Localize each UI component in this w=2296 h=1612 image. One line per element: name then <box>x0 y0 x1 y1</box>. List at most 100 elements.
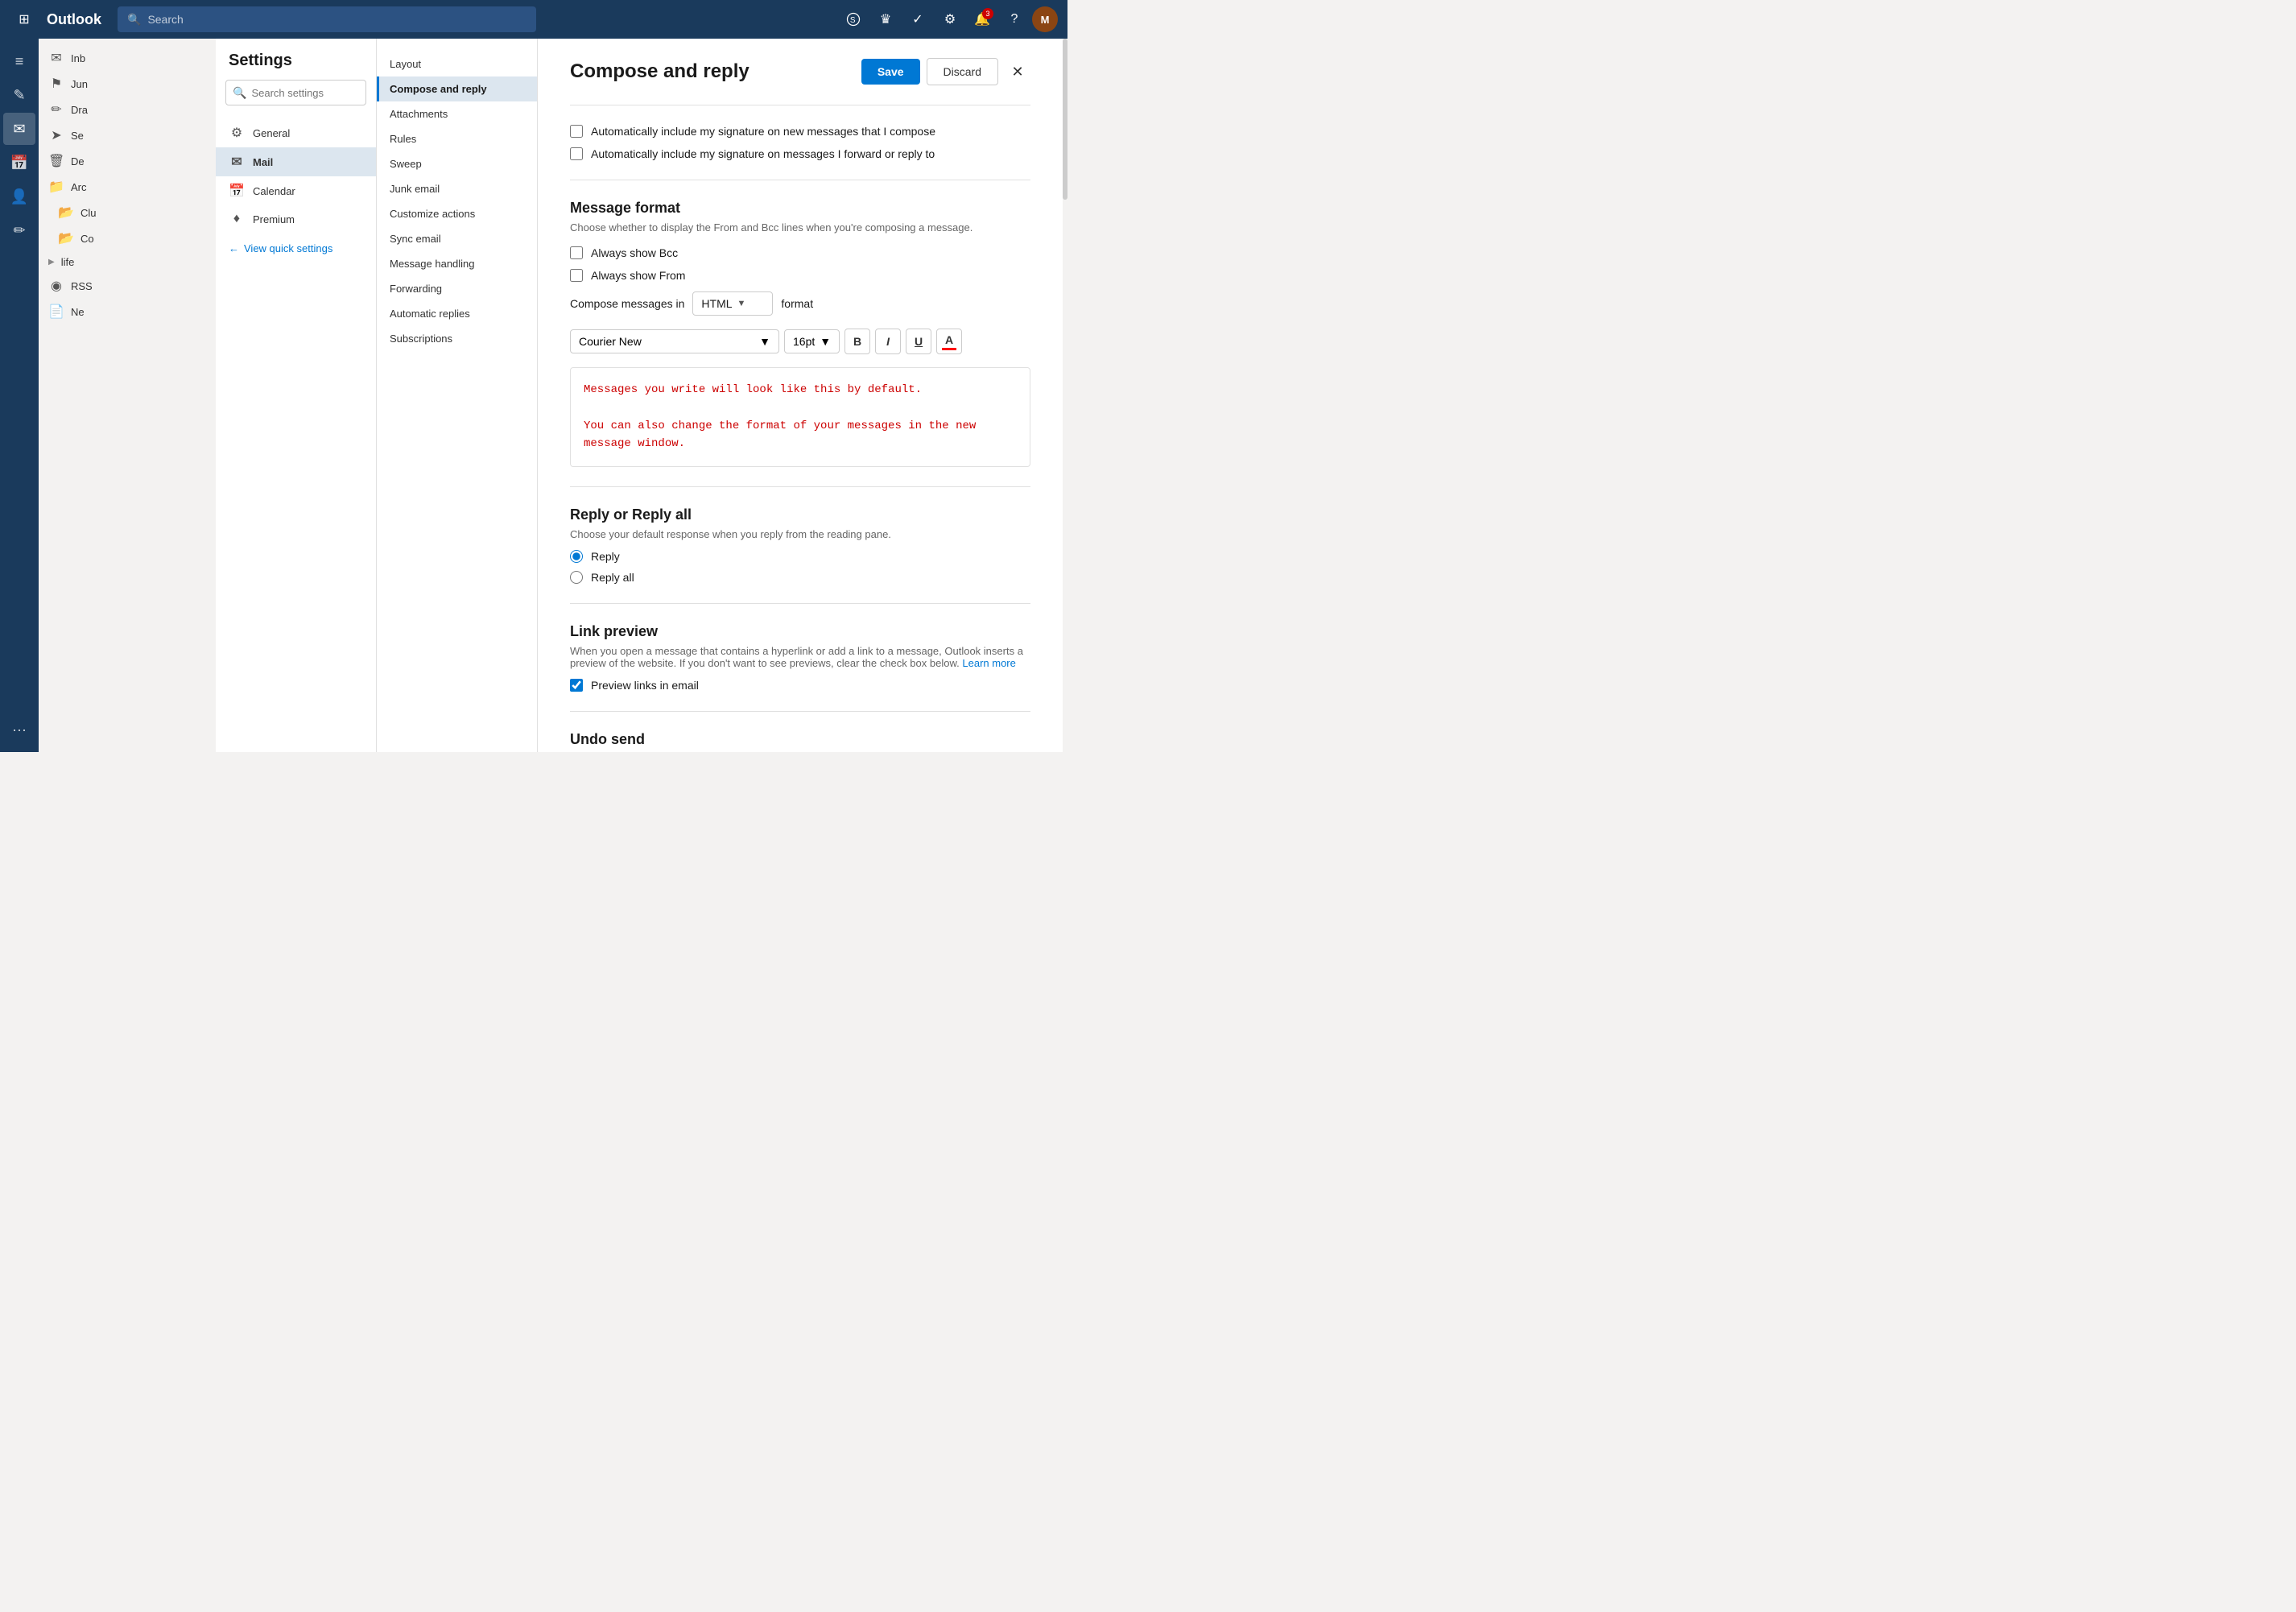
signature-forward-label[interactable]: Automatically include my signature on me… <box>591 147 935 160</box>
always-bcc-checkbox[interactable] <box>570 246 583 259</box>
nav-customize[interactable]: Customize actions <box>377 201 537 226</box>
close-settings-button[interactable]: ✕ <box>1005 59 1030 85</box>
topbar-right: S ♛ ✓ ⚙ 🔔 3 ? M <box>839 5 1058 34</box>
reply-section-title: Reply or Reply all <box>570 506 1030 523</box>
help-icon-btn[interactable]: ? <box>1000 5 1029 34</box>
sidebar-bottom: ··· <box>3 713 35 752</box>
always-from-checkbox[interactable] <box>570 269 583 282</box>
reply-all-radio[interactable] <box>570 571 583 584</box>
nav-auto-replies-label: Automatic replies <box>390 308 470 320</box>
view-quick-settings-link[interactable]: ← View quick settings <box>216 236 376 261</box>
folder-label: Arc <box>71 181 206 193</box>
svg-text:S: S <box>850 16 856 25</box>
always-from-label[interactable]: Always show From <box>591 269 685 282</box>
message-format-title: Message format <box>570 200 1030 217</box>
folder-sent[interactable]: ➤ Se <box>39 122 216 148</box>
deleted-icon: 🗑 <box>48 153 64 169</box>
link-preview-title: Link preview <box>570 623 1030 640</box>
folder-drafts[interactable]: ✏ Dra <box>39 97 216 122</box>
folder-label: Co <box>81 233 206 245</box>
discard-button[interactable]: Discard <box>927 58 998 85</box>
nav-compose-reply[interactable]: Compose and reply <box>377 76 537 101</box>
nav-subscriptions[interactable]: Subscriptions <box>377 326 537 351</box>
format-select[interactable]: HTML ▼ <box>692 291 773 316</box>
bold-button[interactable]: B <box>844 329 870 354</box>
from-row: Always show From <box>570 269 1030 282</box>
font-color-button[interactable]: A <box>936 329 962 354</box>
sent-icon: ➤ <box>48 127 64 143</box>
premium-icon: ♦ <box>229 212 245 226</box>
preview-links-label[interactable]: Preview links in email <box>591 679 699 692</box>
nav-sweep[interactable]: Sweep <box>377 151 537 176</box>
sidebar-more[interactable]: ··· <box>3 713 35 746</box>
nav-junk[interactable]: Junk email <box>377 176 537 201</box>
scrollbar-track[interactable] <box>1063 39 1067 752</box>
mail-label: Mail <box>253 156 363 168</box>
sidebar-hamburger[interactable]: ≡ <box>3 45 35 77</box>
sidebar-tasks[interactable]: ✏ <box>3 214 35 246</box>
folder-life[interactable]: ▶ life <box>39 251 216 273</box>
calendar-label: Calendar <box>253 185 363 197</box>
grid-icon[interactable]: ⊞ <box>10 5 39 34</box>
folder-deleted[interactable]: 🗑 De <box>39 148 216 174</box>
signature-forward-checkbox[interactable] <box>570 147 583 160</box>
page-title: Compose and reply <box>570 60 750 83</box>
nav-layout-label: Layout <box>390 58 421 70</box>
folder-clutter[interactable]: 📂 Clu <box>39 200 216 225</box>
folder-conv[interactable]: 📂 Co <box>39 225 216 251</box>
folder-junk[interactable]: ⚑ Jun <box>39 71 216 97</box>
preview-links-checkbox[interactable] <box>570 679 583 692</box>
checkmark-icon-btn[interactable]: ✓ <box>903 5 932 34</box>
always-bcc-label[interactable]: Always show Bcc <box>591 246 678 259</box>
reply-all-label[interactable]: Reply all <box>591 571 634 584</box>
folder-archive[interactable]: 📁 Arc <box>39 174 216 200</box>
settings-nav-calendar[interactable]: 📅 Calendar <box>216 176 376 205</box>
reply-section-desc: Choose your default response when you re… <box>570 528 1030 540</box>
user-avatar[interactable]: M <box>1032 6 1058 32</box>
scrollbar-thumb[interactable] <box>1063 39 1067 200</box>
settings-nav-mail[interactable]: ✉ Mail <box>216 147 376 176</box>
font-name-select[interactable]: Courier New ▼ <box>570 329 779 353</box>
main-layout: ≡ ✎ ✉ 📅 👤 ✏ ··· ✉ Inb ⚑ Jun ✏ Dra ➤ Se 🗑… <box>0 39 1067 752</box>
settings-icon-btn[interactable]: ⚙ <box>935 5 964 34</box>
signature-new-checkbox[interactable] <box>570 125 583 138</box>
header-actions: Save Discard ✕ <box>861 58 1030 85</box>
folder-label: Clu <box>81 207 206 219</box>
sidebar-mail[interactable]: ✉ <box>3 113 35 145</box>
bell-icon-btn[interactable]: 🔔 3 <box>968 5 997 34</box>
italic-button[interactable]: I <box>875 329 901 354</box>
nav-rules-label: Rules <box>390 133 416 145</box>
folder-rss[interactable]: ◉ RSS <box>39 273 216 299</box>
settings-search-input[interactable] <box>251 87 393 99</box>
nav-forwarding[interactable]: Forwarding <box>377 276 537 301</box>
search-input[interactable] <box>147 13 527 26</box>
font-color-icon: A <box>945 333 953 346</box>
folder-news[interactable]: 📄 Ne <box>39 299 216 324</box>
font-size-select[interactable]: 16pt ▼ <box>784 329 840 353</box>
nav-auto-replies[interactable]: Automatic replies <box>377 301 537 326</box>
nav-sync[interactable]: Sync email <box>377 226 537 251</box>
crown-icon-btn[interactable]: ♛ <box>871 5 900 34</box>
underline-button[interactable]: U <box>906 329 931 354</box>
signature-new-label[interactable]: Automatically include my signature on ne… <box>591 125 935 138</box>
news-icon: 📄 <box>48 304 64 320</box>
settings-nav-premium[interactable]: ♦ Premium <box>216 205 376 233</box>
sidebar-calendar[interactable]: 📅 <box>3 147 35 179</box>
settings-content-header: Compose and reply Save Discard ✕ <box>570 58 1030 85</box>
sidebar-compose[interactable]: ✎ <box>3 79 35 111</box>
save-button[interactable]: Save <box>861 59 920 85</box>
folder-inbox[interactable]: ✉ Inb <box>39 45 216 71</box>
folder-label: RSS <box>71 280 206 292</box>
learn-more-link[interactable]: Learn more <box>962 657 1015 669</box>
reply-radio[interactable] <box>570 550 583 563</box>
nav-attachments[interactable]: Attachments <box>377 101 537 126</box>
reply-label[interactable]: Reply <box>591 550 620 563</box>
sidebar-people[interactable]: 👤 <box>3 180 35 213</box>
link-preview-desc: When you open a message that contains a … <box>570 645 1030 669</box>
nav-rules[interactable]: Rules <box>377 126 537 151</box>
settings-nav-general[interactable]: ⚙ General <box>216 118 376 147</box>
nav-layout[interactable]: Layout <box>377 52 537 76</box>
nav-message-handling[interactable]: Message handling <box>377 251 537 276</box>
settings-content: Compose and reply Save Discard ✕ Automat… <box>538 39 1063 752</box>
skype-icon-btn[interactable]: S <box>839 5 868 34</box>
